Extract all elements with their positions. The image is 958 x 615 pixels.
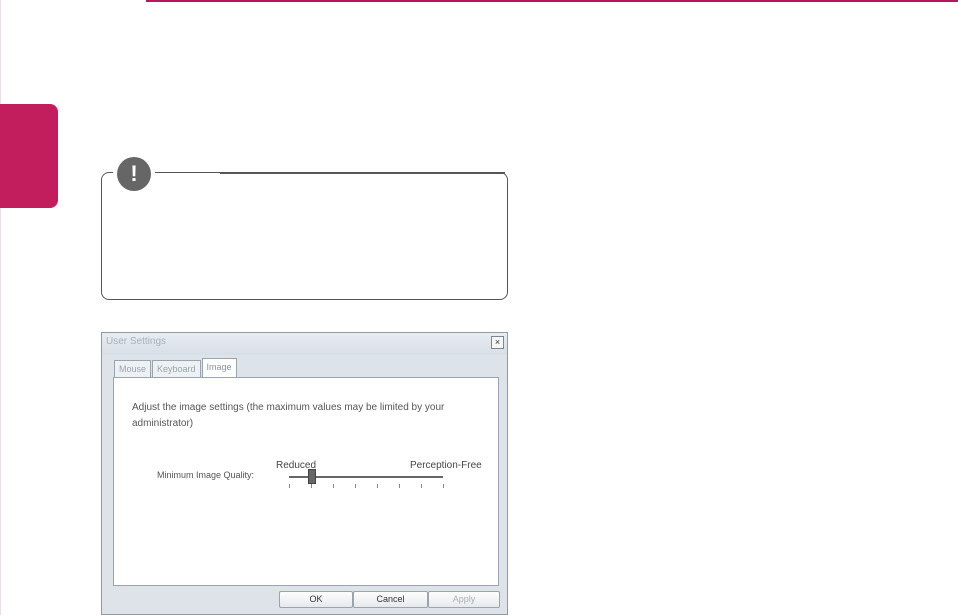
minimum-image-quality-label: Minimum Image Quality:	[157, 470, 255, 480]
slider-tick	[377, 484, 378, 488]
image-quality-slider-thumb[interactable]	[308, 469, 316, 484]
page-left-rule	[0, 0, 1, 615]
image-tab-panel: Adjust the image settings (the maximum v…	[113, 377, 499, 586]
slider-tick	[421, 484, 422, 488]
chapter-tab	[0, 104, 58, 208]
slider-tick	[333, 484, 334, 488]
slider-tick	[355, 484, 356, 488]
tab-mouse[interactable]: Mouse	[114, 360, 152, 377]
exclamation-icon: !	[117, 157, 151, 191]
cancel-button[interactable]: Cancel	[353, 591, 428, 608]
dialog-title: User Settings	[106, 336, 167, 347]
tab-strip: Mouse Keyboard Image	[114, 358, 238, 377]
dialog-titlebar: User Settings ×	[102, 333, 507, 355]
user-settings-dialog: User Settings × Mouse Keyboard Image Adj…	[101, 332, 508, 615]
slider-tick	[311, 484, 312, 488]
header-rule	[146, 0, 958, 2]
tab-image[interactable]: Image	[201, 358, 237, 377]
slider-max-label: Perception-Free	[410, 460, 482, 471]
ok-button[interactable]: OK	[279, 591, 353, 608]
apply-button[interactable]: Apply	[428, 591, 500, 608]
tab-keyboard[interactable]: Keyboard	[152, 360, 201, 377]
close-icon[interactable]: ×	[491, 336, 504, 349]
image-settings-description: Adjust the image settings (the maximum v…	[132, 402, 445, 429]
slider-tick	[399, 484, 400, 488]
note-box	[101, 172, 508, 300]
slider-tick	[289, 484, 290, 488]
note-header-rule	[220, 172, 505, 174]
slider-tick	[443, 484, 444, 488]
